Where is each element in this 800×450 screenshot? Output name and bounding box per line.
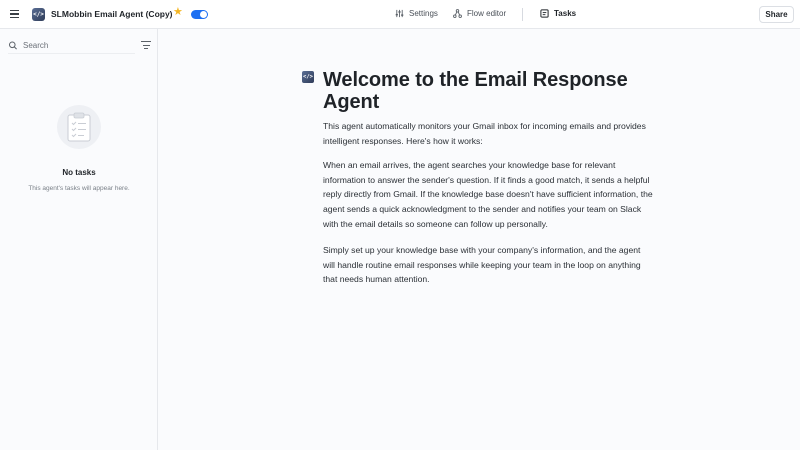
intro-paragraph: This agent automatically monitors your G… [323, 121, 646, 146]
nav-divider [522, 8, 523, 21]
nav-tasks[interactable]: Tasks [540, 9, 576, 18]
tasks-sidebar: No tasks This agent's tasks will appear … [0, 29, 158, 450]
search-box[interactable] [8, 38, 135, 54]
agent-code-icon: </> [302, 71, 314, 83]
agent-enabled-toggle[interactable] [191, 10, 208, 19]
search-input[interactable] [23, 41, 123, 50]
clipboard-icon [67, 112, 91, 142]
tasks-icon [540, 9, 549, 18]
agent-title[interactable]: SLMobbin Email Agent (Copy) [51, 9, 173, 19]
how-it-works-paragraph: When an email arrives, the agent searche… [323, 160, 653, 229]
empty-state-title: No tasks [62, 168, 96, 177]
sliders-icon [395, 9, 404, 18]
nav-tasks-label: Tasks [554, 9, 577, 18]
empty-clipboard-illustration [57, 105, 101, 149]
nav-settings[interactable]: Settings [395, 9, 438, 18]
top-bar: </> SLMobbin Email Agent (Copy) ⌄ ★ Sett… [0, 0, 800, 29]
nav-settings-label: Settings [409, 9, 438, 18]
flow-icon [453, 9, 462, 18]
nav-flow-editor-label: Flow editor [467, 9, 507, 18]
setup-paragraph: Simply set up your knowledge base with y… [323, 245, 641, 285]
search-icon [8, 41, 17, 50]
agent-code-icon: </> [32, 8, 45, 21]
filter-icon[interactable] [141, 41, 151, 49]
star-icon[interactable]: ★ [173, 7, 183, 18]
empty-state-subtitle: This agent's tasks will appear here. [28, 185, 130, 192]
chevron-down-icon[interactable]: ⌄ [160, 10, 166, 18]
menu-icon[interactable] [9, 8, 21, 20]
share-button[interactable]: Share [759, 6, 794, 23]
page-title: Welcome to the Email Response Agent [323, 69, 628, 113]
nav-flow-editor[interactable]: Flow editor [453, 9, 506, 18]
